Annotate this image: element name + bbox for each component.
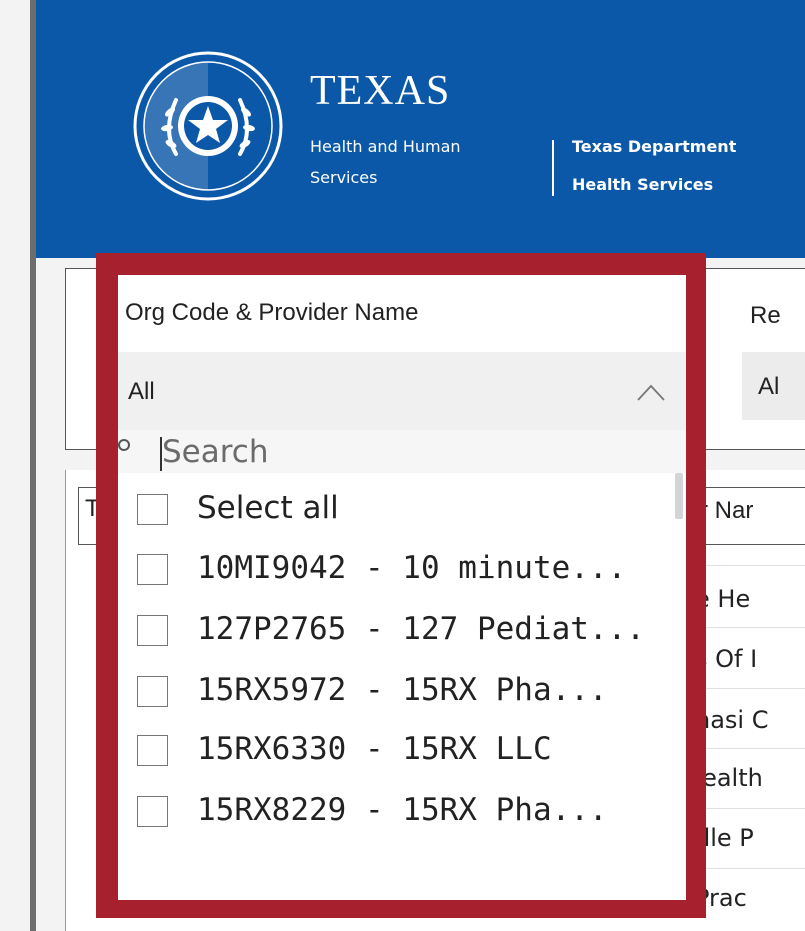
option-label: 15RX6330 - 15RX LLC (197, 731, 552, 767)
checkbox[interactable] (137, 735, 168, 766)
slicer-title: Org Code & Provider Name (125, 299, 419, 326)
table-header-provider-name[interactable]: r Nar (700, 497, 753, 525)
slicer-dropdown-toggle[interactable]: All (118, 352, 686, 430)
org-provider-slicer: Org Code & Provider Name All Select all … (118, 275, 686, 900)
option-label: 15RX8229 - 15RX Pha... (197, 792, 608, 828)
list-item[interactable]: 15RX6330 - 15RX LLC (118, 721, 678, 777)
hhs-name-line2: Services (310, 168, 378, 187)
search-input[interactable] (162, 432, 642, 472)
option-label: 127P2765 - 127 Pediat... (197, 611, 645, 647)
option-label: 15RX5972 - 15RX Pha... (197, 672, 608, 708)
checkbox[interactable] (137, 796, 168, 827)
list-item[interactable]: 10MI9042 - 10 minute... (118, 540, 678, 596)
region-slicer-label: Re (750, 302, 781, 329)
list-item[interactable]: 15RX5972 - 15RX Pha... (118, 662, 678, 718)
table-cell: nasi C (695, 706, 769, 734)
option-select-all[interactable]: Select all (118, 480, 678, 536)
slicer-search-bar (118, 430, 686, 473)
checkbox[interactable] (137, 615, 168, 646)
checkbox[interactable] (137, 676, 168, 707)
dshs-name-line1: Texas Department (572, 137, 737, 156)
checkbox[interactable] (137, 494, 168, 525)
search-icon (118, 439, 130, 451)
dshs-name-line2: Health Services (572, 175, 714, 194)
option-label: 10MI9042 - 10 minute... (197, 550, 627, 586)
left-gutter (0, 0, 30, 931)
hhs-name-line1: Health and Human (310, 137, 461, 156)
checkbox[interactable] (137, 554, 168, 585)
list-item[interactable]: 127P2765 - 127 Pediat... (118, 601, 678, 657)
logo-texas-word: TEXAS (310, 68, 451, 114)
texas-seal-icon (133, 51, 283, 201)
chevron-up-icon[interactable] (636, 382, 666, 402)
region-slicer-value[interactable]: Al (758, 373, 779, 401)
slicer-selected-value: All (128, 378, 155, 405)
option-label: Select all (197, 490, 339, 526)
list-item[interactable]: 15RX8229 - 15RX Pha... (118, 782, 678, 838)
slicer-options-list: Select all 10MI9042 - 10 minute... 127P2… (118, 473, 686, 900)
logo-divider (552, 140, 554, 196)
